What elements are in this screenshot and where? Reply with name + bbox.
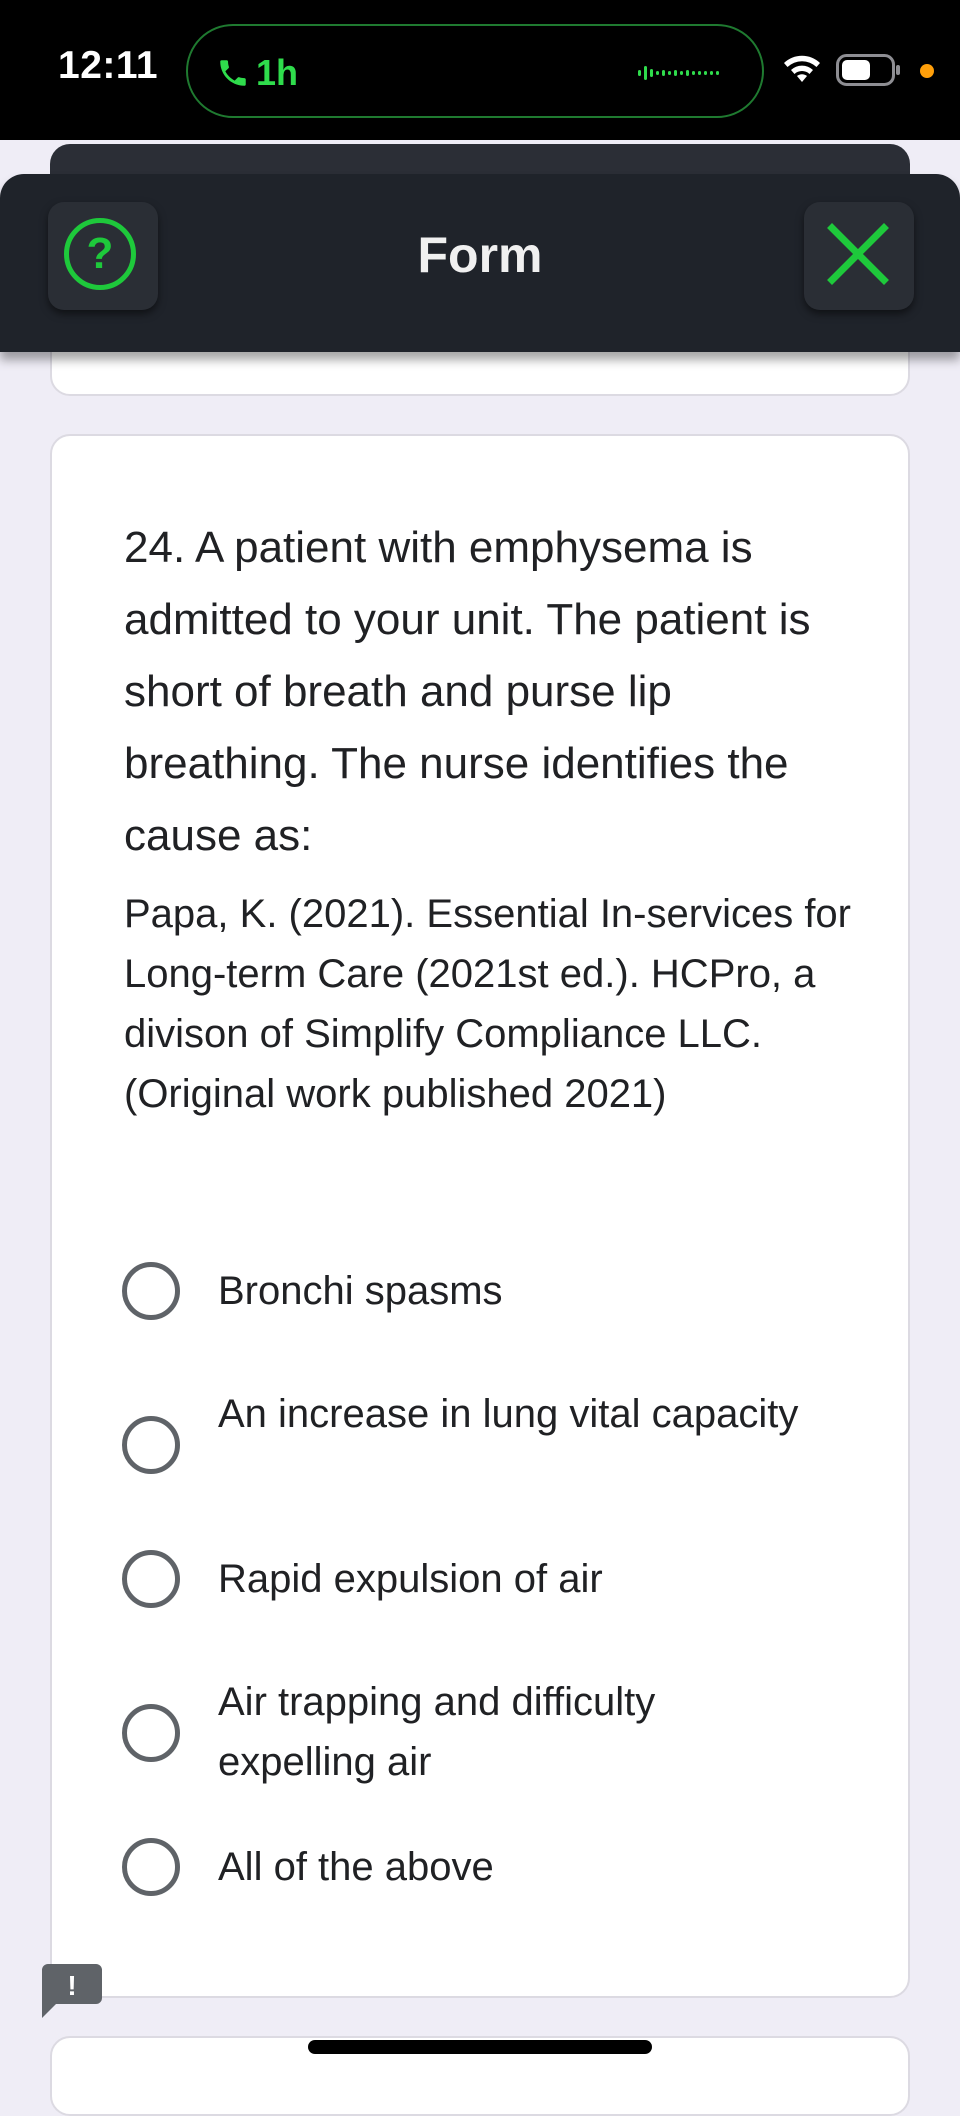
- question-text: 24. A patient with emphysema is admitted…: [124, 523, 811, 860]
- answer-option[interactable]: Bronchi spasms: [122, 1260, 822, 1322]
- status-time: 12:11: [58, 44, 159, 87]
- radio-button[interactable]: [122, 1262, 180, 1320]
- status-bar: 12:11 1h: [0, 0, 960, 140]
- close-icon: [827, 223, 889, 285]
- close-button[interactable]: [804, 202, 914, 310]
- form-header: ? Form: [0, 174, 960, 352]
- phone-icon: [220, 60, 246, 86]
- waveform-icon: [638, 66, 719, 80]
- answer-option-label: An increase in lung vital capacity: [218, 1392, 799, 1436]
- privacy-indicator-dot: [920, 64, 934, 78]
- radio-button[interactable]: [122, 1550, 180, 1608]
- answer-option-label: All of the above: [218, 1845, 494, 1889]
- home-indicator[interactable]: [308, 2040, 652, 2054]
- battery-icon: [836, 54, 900, 86]
- answer-option-label: Bronchi spasms: [218, 1269, 503, 1313]
- answer-option[interactable]: An increase in lung vital capacity: [122, 1382, 822, 1506]
- call-duration: 1h: [256, 52, 299, 93]
- answer-option[interactable]: Air trapping and difficulty expelling ai…: [122, 1670, 822, 1794]
- feedback-icon-label: !: [67, 1970, 76, 2001]
- answer-option[interactable]: All of the above: [122, 1836, 822, 1898]
- question-reference: Papa, K. (2021). Essential In-services f…: [124, 892, 851, 1116]
- answer-option-label: Air trapping and difficulty expelling ai…: [218, 1680, 656, 1784]
- radio-button[interactable]: [122, 1416, 180, 1474]
- answer-option-label: Rapid expulsion of air: [218, 1557, 603, 1601]
- feedback-icon[interactable]: !: [42, 1964, 102, 2018]
- answer-option[interactable]: Rapid expulsion of air: [122, 1548, 822, 1610]
- wifi-icon: [784, 55, 820, 82]
- radio-button[interactable]: [122, 1838, 180, 1896]
- radio-button[interactable]: [122, 1704, 180, 1762]
- question-card: 24. A patient with emphysema is admitted…: [50, 434, 910, 1998]
- active-call-pill[interactable]: 1h: [186, 24, 764, 118]
